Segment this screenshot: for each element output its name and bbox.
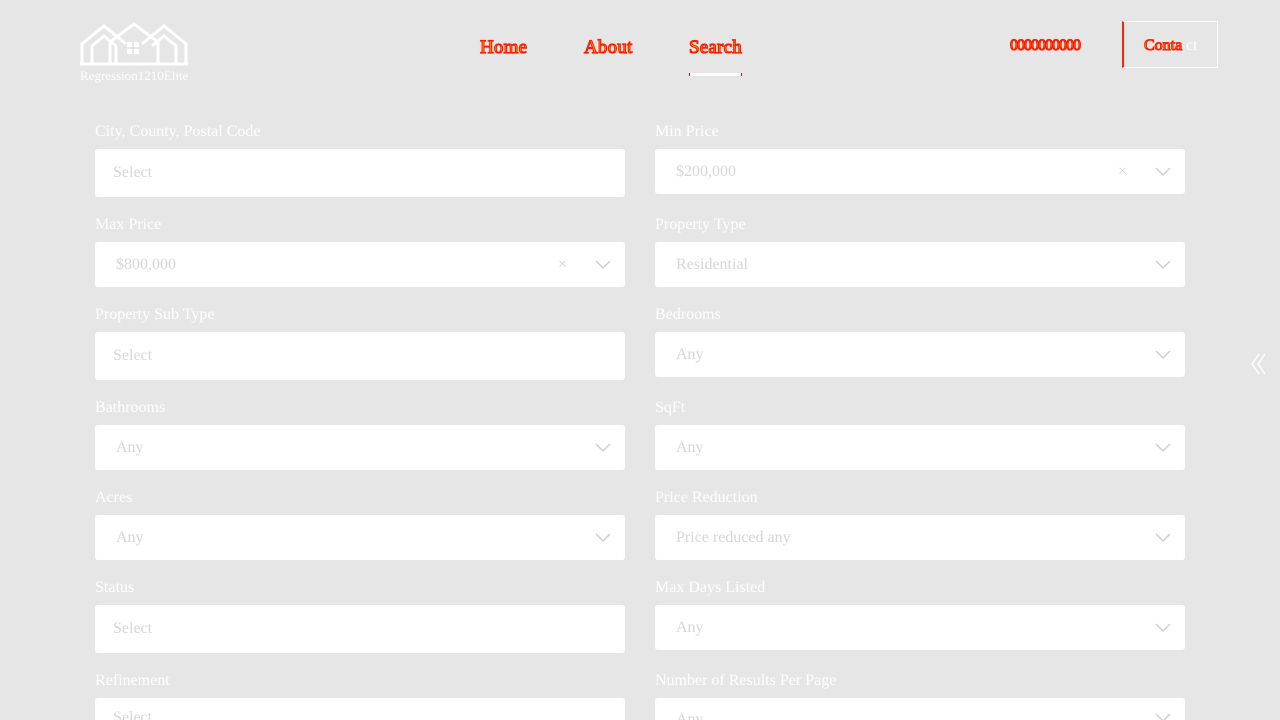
bathrooms-value: Any <box>116 438 144 456</box>
refinement-select[interactable]: Select <box>95 698 625 720</box>
results-per-page-select[interactable]: Any <box>655 698 1185 720</box>
max-days-listed-value: Any <box>676 618 704 636</box>
status-select[interactable]: Select <box>95 605 625 653</box>
bathrooms-field: Bathrooms Any <box>95 398 625 470</box>
chevron-down-icon[interactable] <box>1155 442 1171 453</box>
chevron-down-icon[interactable] <box>595 442 611 453</box>
max-price-select[interactable]: $800,000 × <box>95 242 625 287</box>
min-price-label: Min Price <box>655 123 719 140</box>
contact-button-label-tail: ct <box>1186 37 1198 54</box>
bathrooms-select[interactable]: Any <box>95 425 625 470</box>
chevron-down-icon[interactable] <box>1155 259 1171 270</box>
refinement-label: Refinement <box>95 672 170 689</box>
city-field: City, County, Postal Code Select <box>95 122 625 197</box>
property-type-value: Residential <box>676 255 748 273</box>
double-chevron-left-icon[interactable] <box>1250 352 1268 376</box>
nav-search[interactable]: Search <box>688 36 742 76</box>
sqft-select[interactable]: Any <box>655 425 1185 470</box>
min-price-clear-icon[interactable]: × <box>1118 163 1127 181</box>
bathrooms-label: Bathrooms <box>95 399 166 416</box>
chevron-down-icon[interactable] <box>1155 166 1171 177</box>
price-reduction-label: Price Reduction <box>655 489 758 506</box>
property-sub-type-field: Property Sub Type Select <box>95 305 625 380</box>
acres-field: Acres Any <box>95 488 625 560</box>
property-sub-type-select[interactable]: Select <box>95 332 625 380</box>
property-type-select[interactable]: Residential <box>655 242 1185 287</box>
chevron-down-icon[interactable] <box>1155 349 1171 360</box>
chevron-down-icon[interactable] <box>1155 622 1171 633</box>
acres-value: Any <box>116 528 144 546</box>
price-reduction-value: Price reduced any <box>676 528 791 546</box>
acres-select[interactable]: Any <box>95 515 625 560</box>
refinement-placeholder: Select <box>113 709 153 720</box>
max-price-value: $800,000 <box>116 255 176 273</box>
chevron-down-icon[interactable] <box>1155 713 1171 720</box>
max-price-label: Max Price <box>95 216 162 233</box>
sqft-field: SqFt Any <box>655 398 1185 470</box>
property-type-label: Property Type <box>655 216 746 233</box>
bedrooms-field: Bedrooms Any <box>655 305 1185 377</box>
results-per-page-field: Number of Results Per Page Any <box>655 671 1185 720</box>
property-sub-type-label: Property Sub Type <box>95 306 215 323</box>
chevron-down-icon[interactable] <box>595 259 611 270</box>
results-per-page-value: Any <box>676 711 704 720</box>
city-select[interactable]: Select <box>95 149 625 197</box>
min-price-field: Min Price $200,000 × <box>655 122 1185 194</box>
site-header: Regression1210Elite Home About Search 00… <box>0 0 1280 100</box>
min-price-value: $200,000 <box>676 162 736 180</box>
refinement-field: Refinement Select <box>95 671 625 720</box>
status-field: Status Select <box>95 578 625 653</box>
chevron-down-icon[interactable] <box>595 532 611 543</box>
city-placeholder: Select <box>113 164 153 181</box>
logo-text: Regression1210Elite <box>80 68 189 83</box>
max-days-listed-field: Max Days Listed Any <box>655 578 1185 650</box>
min-price-select[interactable]: $200,000 × <box>655 149 1185 194</box>
max-price-field: Max Price $800,000 × <box>95 215 625 287</box>
chevron-down-icon[interactable] <box>1155 532 1171 543</box>
contact-button[interactable]: Conta ct <box>1122 21 1218 68</box>
sqft-label: SqFt <box>655 399 686 416</box>
bedrooms-label: Bedrooms <box>655 306 721 323</box>
house-logo-icon <box>80 22 188 66</box>
bedrooms-select[interactable]: Any <box>655 332 1185 377</box>
status-placeholder: Select <box>113 620 153 637</box>
sqft-value: Any <box>676 438 704 456</box>
status-label: Status <box>95 579 135 596</box>
city-label: City, County, Postal Code <box>95 123 261 140</box>
price-reduction-select[interactable]: Price reduced any <box>655 515 1185 560</box>
max-days-listed-label: Max Days Listed <box>655 579 766 596</box>
acres-label: Acres <box>95 489 133 506</box>
property-sub-type-placeholder: Select <box>113 347 153 364</box>
bedrooms-value: Any <box>676 345 704 363</box>
site-logo[interactable]: Regression1210Elite <box>80 22 220 88</box>
nav-about[interactable]: About <box>583 36 632 60</box>
contact-button-label: Conta <box>1143 36 1183 54</box>
results-per-page-label: Number of Results Per Page <box>655 672 837 689</box>
price-reduction-field: Price Reduction Price reduced any <box>655 488 1185 560</box>
phone-number[interactable]: 0000000000 <box>1009 36 1081 56</box>
nav-home[interactable]: Home <box>479 36 527 60</box>
property-type-field: Property Type Residential <box>655 215 1185 287</box>
max-days-listed-select[interactable]: Any <box>655 605 1185 650</box>
max-price-clear-icon[interactable]: × <box>558 256 567 274</box>
